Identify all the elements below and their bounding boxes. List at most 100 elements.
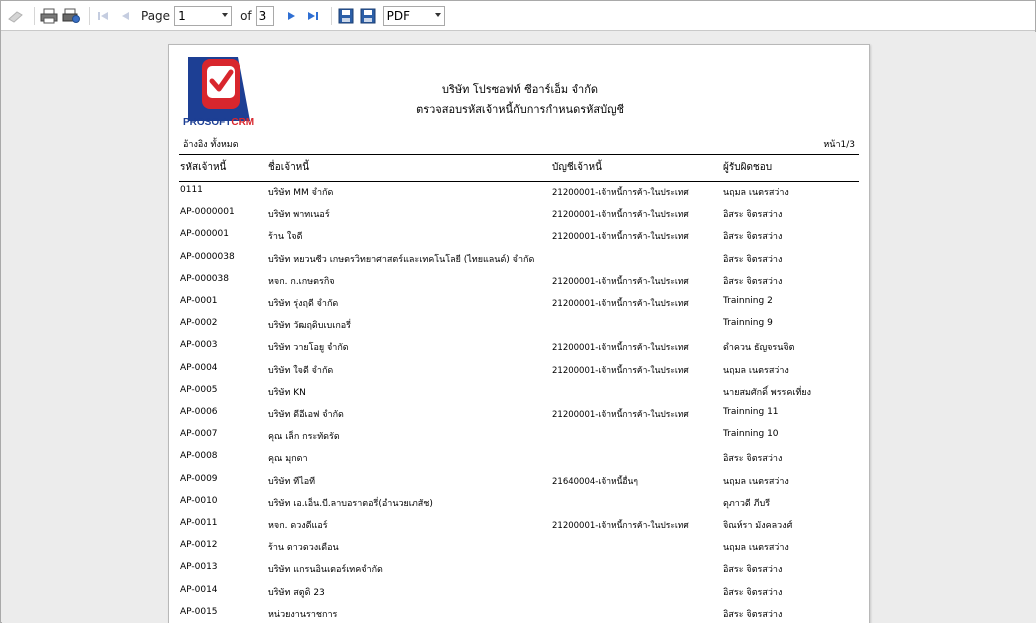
responsible-person: Trainning 2 [723,296,773,306]
print-layout-icon[interactable] [62,7,80,25]
table-row: AP-0000038 บริษัท หยวนซีว เกษตรวิทยาศาสตร… [169,252,871,274]
report-viewer-window: Page of [0,0,1036,623]
header-responsible: ผู้รับผิดชอบ [723,162,773,173]
responsible-person: ดำควน ธัญจรนจิต [723,343,795,354]
responsible-person: นฤมล เนตรสว่าง [723,365,789,376]
save-icon[interactable] [337,7,355,25]
creditor-name: บริษัท หยวนซีว เกษตรวิทยาศาสตร์และเทคโนโ… [268,254,535,265]
creditor-code: AP-000038 [180,273,229,284]
last-page-icon[interactable] [304,7,322,25]
save-as-icon[interactable] [359,7,377,25]
toolbar-separator [89,6,90,25]
table-row: AP-0002 บริษัท วัฒฤดิบเบเกอรี่ Trainning 9 [169,318,871,340]
table-row: AP-0012 ร้าน ดาวดวงเดือน นฤมล เนตรสว่าง [169,540,871,562]
header-bottom-rule [179,181,859,182]
logo-text: PROSOFTCRM [183,117,255,128]
creditor-name: หจก. ดวงดีแอร์ [268,521,328,531]
export-format-select[interactable] [382,5,445,26]
table-row: AP-0015 หน่วยงานราชการ อิสระ จิตรสว่าง [169,607,871,623]
creditor-code: AP-0009 [180,473,218,484]
previous-page-icon[interactable] [117,7,135,25]
responsible-person: นฤมล เนตรสว่าง [723,188,789,198]
creditor-account: 21200001-เจ้าหนี้การค้า-ในประเทศ [552,365,689,376]
header-top-rule [179,154,859,155]
of-label: of [240,8,252,23]
table-row: AP-0000001 บริษัท พาทเนอร์ 21200001-เจ้าหน… [169,207,871,229]
toolbar-separator [330,6,332,25]
header-creditor-account: บัญชีเจ้าหนี้ [552,162,602,173]
creditor-name: บริษัท สตูดิ 23 [268,587,325,598]
creditor-code: AP-0004 [180,362,218,373]
page-number: หน้า1/3 [823,140,855,150]
next-page-icon[interactable] [282,7,300,25]
first-page-icon[interactable] [95,7,113,25]
report-page: PROSOFTCRM บริษัท โปรซอฟท์ ซีอาร์เอ็ม จำ… [168,44,870,623]
responsible-person: อิสระ จิตรสว่าง [723,254,783,265]
creditor-name: บริษัท วายโอยู จำกัด [268,343,349,354]
responsible-person: ดุภาวดี ภีบรี [723,498,771,509]
creditor-code: 0111 [180,185,203,195]
creditor-name: คุณ เล็ก กระทัดรัด [268,432,340,443]
report-toolbar: Page of [1,1,1035,31]
creditor-code: AP-0003 [180,340,218,351]
creditor-account: 21200001-เจ้าหนี้การค้า-ในประเทศ [552,210,689,221]
table-row: AP-0003 บริษัท วายโอยู จำกัด 21200001-เจ้า… [169,340,871,362]
creditor-code: AP-0000038 [180,251,235,262]
table-row: AP-000001 ร้าน ใจดี 21200001-เจ้าหนี้การค้… [169,229,871,251]
creditor-account: 21200001-เจ้าหนี้การค้า-ในประเทศ [552,521,689,531]
chevron-down-icon[interactable] [222,12,229,17]
creditor-name: หจก. ก.เกษตรกิจ [268,276,335,287]
export-disabled-icon [7,7,25,25]
header-creditor-name: ชื่อเจ้าหนี้ [268,162,310,173]
creditor-name: บริษัท วัฒฤดิบเบเกอรี่ [268,321,352,332]
print-icon[interactable] [40,7,58,25]
creditor-name: บริษัท ดีอีเอฟ จำกัด [268,410,344,420]
total-pages-field [255,5,274,26]
responsible-person: อิสระ จิตรสว่าง [723,587,783,598]
responsible-person: อิสระ จิตรสว่าง [723,232,783,243]
responsible-person: จิณห์รา มังคลวงศ์ [723,521,793,531]
table-row: AP-0013 บริษัท แกรนอินเตอร์เทคจำกัด อิสระ … [169,562,871,584]
report-viewport[interactable]: PROSOFTCRM บริษัท โปรซอฟท์ ซีอาร์เอ็ม จำ… [2,32,1036,623]
table-row: AP-0004 บริษัท ใจดี จำกัด 21200001-เจ้าหนี… [169,363,871,385]
creditor-code: AP-0015 [180,606,218,617]
creditor-account: 21200001-เจ้าหนี้การค้า-ในประเทศ [552,232,689,243]
table-row: 0111 บริษัท MM จำกัด 21200001-เจ้าหนี้การค… [169,185,871,207]
creditor-code: AP-0005 [180,384,218,395]
table-row: AP-0006 บริษัท ดีอีเอฟ จำกัด 21200001-เจ้า… [169,407,871,429]
responsible-person: นฤมล เนตรสว่าง [723,476,789,487]
creditor-name: บริษัท รุ่งฤดี จำกัด [268,299,339,309]
current-page-combo[interactable] [174,5,233,26]
creditor-account: 21200001-เจ้าหนี้การค้า-ในประเทศ [552,410,689,420]
chevron-down-icon[interactable] [434,12,441,17]
responsible-person: อิสระ จิตรสว่าง [723,565,783,576]
table-row: AP-0007 คุณ เล็ก กระทัดรัด Trainning 10 [169,429,871,451]
table-row: AP-000038 หจก. ก.เกษตรกิจ 21200001-เจ้าหนี… [169,274,871,296]
creditor-account: 21200001-เจ้าหนี้การค้า-ในประเทศ [552,299,689,309]
responsible-person: อิสระ จิตรสว่าง [723,210,783,221]
table-row: AP-0001 บริษัท รุ่งฤดี จำกัด 21200001-เจ้า… [169,296,871,318]
responsible-person: อิสระ จิตรสว่าง [723,609,783,620]
creditor-name: บริษัท แกรนอินเตอร์เทคจำกัด [268,565,383,576]
creditor-code: AP-0002 [180,318,218,329]
creditor-name: บริษัท ใจดี จำกัด [268,365,334,376]
creditor-name: บริษัท พาทเนอร์ [268,210,330,221]
table-row: AP-0008 คุณ มุกดา อิสระ จิตรสว่าง [169,451,871,473]
creditor-code: AP-0006 [180,407,218,417]
responsible-person: อิสระ จิตรสว่าง [723,454,783,465]
creditor-account: 21200001-เจ้าหนี้การค้า-ในประเทศ [552,343,689,354]
creditor-name: บริษัท MM จำกัด [268,188,334,198]
creditor-account: 21640004-เจ้าหนี้อื่นๆ [552,476,638,487]
responsible-person: นายสมศักดิ์ พรรคเที่ยง [723,387,812,398]
table-row: AP-0009 บริษัท ทีไอที 21640004-เจ้าหนี้อื่… [169,474,871,496]
responsible-person: Trainning 9 [723,318,773,329]
creditor-code: AP-0008 [180,451,218,462]
filter-label: อ้างอิง ทั้งหมด [183,140,239,150]
creditor-code: AP-0000001 [180,207,235,218]
company-name: บริษัท โปรซอฟท์ ซีอาร์เอ็ม จำกัด [442,83,598,96]
report-title: ตรวจสอบรหัสเจ้าหนี้กับการกำหนดรหัสบัญชี [416,103,624,116]
creditor-name: บริษัท เอ.เอ็น.บี.ลาบอราตอรี่(อำนวยเภสัช… [268,498,433,509]
toolbar-separator [34,6,35,25]
responsible-person: อิสระ จิตรสว่าง [723,276,783,287]
responsible-person: Trainning 10 [723,429,779,440]
